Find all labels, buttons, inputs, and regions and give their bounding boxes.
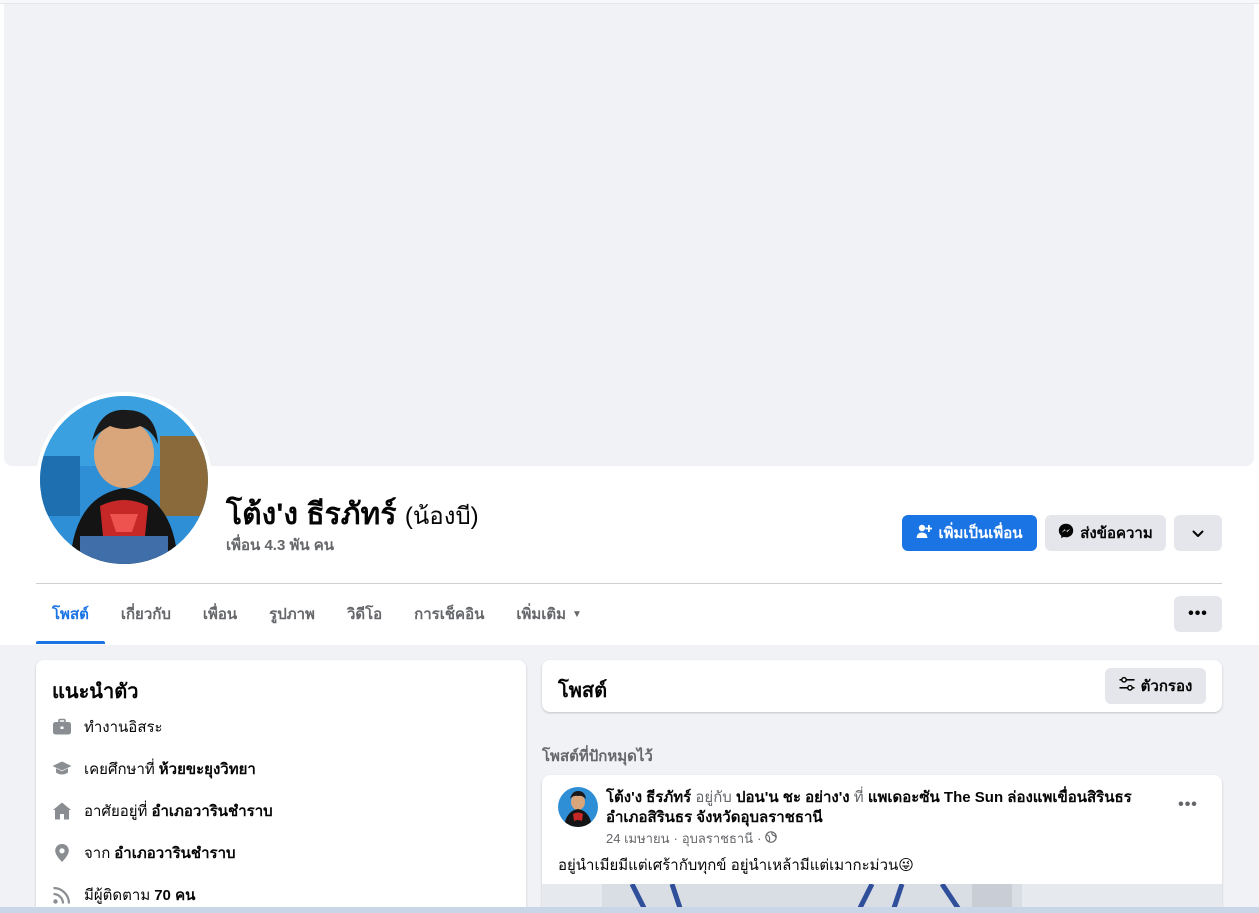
intro-from: จาก อำเภอวารินชำราบ	[52, 841, 236, 865]
intro-work-text: ทำงานอิสระ	[84, 719, 163, 736]
add-friend-icon	[916, 523, 933, 543]
post-date[interactable]: 24 เมษายน	[606, 828, 669, 849]
tab-about-label: เกี่ยวกับ	[120, 606, 171, 623]
post-options-button[interactable]: •••	[1172, 789, 1204, 821]
tab-videos-label: วิดีโอ	[346, 606, 383, 623]
profile-header: โต้ง'ง ธีรภัทร์ (น้องบี) เพื่อน 4.3 พัน …	[0, 0, 1259, 645]
intro-from-text: จาก	[84, 845, 111, 862]
posts-header: โพสต์ ตัวกรอง	[542, 660, 1222, 712]
tab-videos[interactable]: วิดีโอ	[331, 584, 398, 644]
message-label: ส่งข้อความ	[1080, 525, 1153, 542]
tab-more[interactable]: เพิ่มเติม ▼	[500, 584, 598, 644]
location-pin-icon	[52, 843, 72, 863]
post-at-word: ที่	[853, 789, 864, 806]
post-author-avatar[interactable]	[558, 787, 598, 827]
intro-education-text: เคยศึกษาที่	[84, 761, 155, 778]
pinned-post: โต้ง'ง ธีรภัทร์ อยู่กับ ปอน'น ชะ อย่าง'ง…	[542, 775, 1222, 913]
message-button[interactable]: ส่งข้อความ	[1045, 515, 1166, 551]
rss-icon	[52, 885, 72, 905]
post-with-word: อยู่กับ	[695, 789, 732, 806]
profile-name: โต้ง'ง ธีรภัทร์	[226, 498, 397, 531]
briefcase-icon	[52, 717, 72, 737]
tab-about[interactable]: เกี่ยวกับ	[105, 584, 187, 644]
bottom-bar	[0, 907, 1259, 913]
intro-education-school[interactable]: ห้วยขะยุงวิทยา	[159, 757, 256, 781]
profile-avatar[interactable]	[40, 396, 208, 564]
intro-lives-in-place[interactable]: อำเภอวารินชำราบ	[151, 799, 272, 823]
profile-name-row: โต้ง'ง ธีรภัทร์ (น้องบี)	[226, 491, 479, 538]
filter-label: ตัวกรอง	[1140, 678, 1193, 695]
cover-photo[interactable]	[4, 4, 1254, 466]
globe-icon	[765, 831, 778, 846]
intro-followers-count[interactable]: 70 คน	[154, 883, 195, 907]
profile-options-button[interactable]	[1174, 515, 1222, 551]
messenger-icon	[1058, 523, 1074, 543]
post-meta-separator: ·	[673, 831, 678, 846]
tab-friends[interactable]: เพื่อน	[187, 584, 253, 644]
graduation-cap-icon	[52, 759, 72, 779]
post-author[interactable]: โต้ง'ง ธีรภัทร์	[606, 789, 691, 806]
intro-lives-in: อาศัยอยู่ที่ อำเภอวารินชำราบ	[52, 799, 273, 823]
post-text: อยู่นำเมียมีแต่เศร้ากับทุกข์ อยู่นำเหล้า…	[558, 857, 914, 874]
post-location[interactable]: อุบลราชธานี	[682, 828, 753, 849]
tab-checkins[interactable]: การเช็คอิน	[398, 584, 500, 644]
profile-tabs: โพสต์ เกี่ยวกับ เพื่อน รูปภาพ วิดีโอ การ…	[36, 584, 598, 644]
tab-photos[interactable]: รูปภาพ	[253, 584, 331, 644]
more-dots-icon: •••	[1178, 796, 1198, 813]
home-icon	[52, 801, 72, 821]
post-tagged-person[interactable]: ปอน'น ชะ อย่าง'ง	[736, 789, 850, 806]
friends-count[interactable]: เพื่อน 4.3 พัน คน	[226, 533, 334, 557]
pinned-posts-label: โพสต์ที่ปักหมุดไว้	[542, 748, 653, 765]
filter-sliders-icon	[1119, 676, 1135, 696]
post-header-text: โต้ง'ง ธีรภัทร์ อยู่กับ ปอน'น ชะ อย่าง'ง…	[606, 788, 1166, 828]
tab-posts[interactable]: โพสต์	[36, 584, 105, 644]
tab-friends-label: เพื่อน	[202, 606, 238, 623]
post-meta: 24 เมษายน · อุบลราชธานี ·	[606, 828, 778, 849]
add-friend-button[interactable]: เพิ่มเป็นเพื่อน	[902, 515, 1037, 551]
chevron-down-icon	[1192, 525, 1204, 542]
post-meta-separator-2: ·	[757, 831, 762, 846]
intro-title: แนะนำตัว	[52, 681, 139, 703]
intro-card: แนะนำตัว ทำงานอิสระ เคยศึกษาที่ ห้วยขะยุ…	[36, 660, 526, 913]
intro-lives-in-text: อาศัยอยู่ที่	[84, 803, 148, 820]
caret-down-icon: ▼	[572, 608, 582, 620]
intro-education: เคยศึกษาที่ ห้วยขะยุงวิทยา	[52, 757, 256, 781]
tab-posts-label: โพสต์	[52, 606, 89, 623]
intro-from-place[interactable]: อำเภอวารินชำราบ	[114, 841, 235, 865]
intro-work: ทำงานอิสระ	[52, 715, 163, 739]
profile-nickname: (น้องบี)	[404, 503, 479, 530]
tab-more-label: เพิ่มเติม	[516, 606, 567, 623]
tab-checkins-label: การเช็คอิน	[414, 606, 485, 623]
add-friend-label: เพิ่มเป็นเพื่อน	[938, 525, 1023, 542]
intro-followers: มีผู้ติดตาม 70 คน	[52, 883, 195, 907]
tab-photos-label: รูปภาพ	[269, 606, 315, 623]
posts-title: โพสต์	[558, 680, 608, 702]
intro-followers-text: มีผู้ติดตาม	[84, 887, 151, 904]
filter-button[interactable]: ตัวกรอง	[1105, 668, 1206, 704]
tabs-more-options-button[interactable]: •••	[1174, 596, 1222, 632]
more-dots-icon: •••	[1188, 605, 1208, 622]
